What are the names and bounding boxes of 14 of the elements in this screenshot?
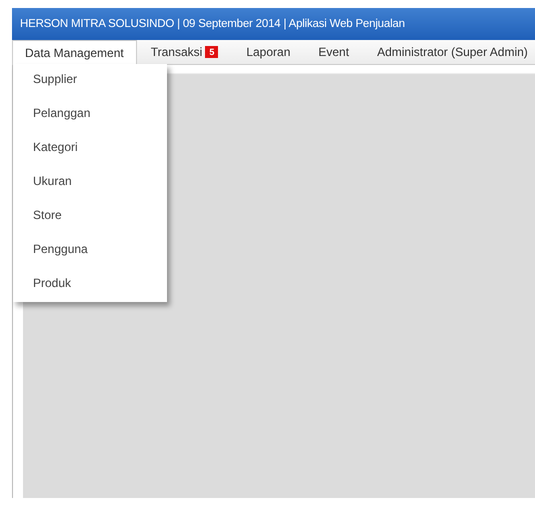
header-title: HERSON MITRA SOLUSINDO | 09 September 2014 | Aplikasi Web Penjualan bbox=[20, 18, 405, 30]
count-badge: 5 bbox=[205, 46, 218, 58]
menu-item[interactable]: Supplier bbox=[13, 68, 167, 102]
menu-item[interactable]: Kategori bbox=[13, 136, 167, 170]
menu-item[interactable]: Pengguna bbox=[13, 238, 167, 272]
menu-item[interactable]: Ukuran bbox=[13, 170, 167, 204]
menu-item[interactable]: Store bbox=[13, 204, 167, 238]
menu-tab[interactable]: Data Management bbox=[12, 40, 137, 64]
menu-tab[interactable]: Administrator (Super Admin) bbox=[363, 40, 535, 64]
menu-tab[interactable]: Laporan bbox=[232, 40, 304, 64]
menu-item[interactable]: Produk bbox=[13, 272, 167, 296]
menu-tab[interactable]: Event bbox=[304, 40, 364, 64]
menu-tab[interactable]: Transaksi 5 bbox=[136, 40, 232, 64]
menu-item[interactable]: Pelanggan bbox=[13, 102, 167, 136]
